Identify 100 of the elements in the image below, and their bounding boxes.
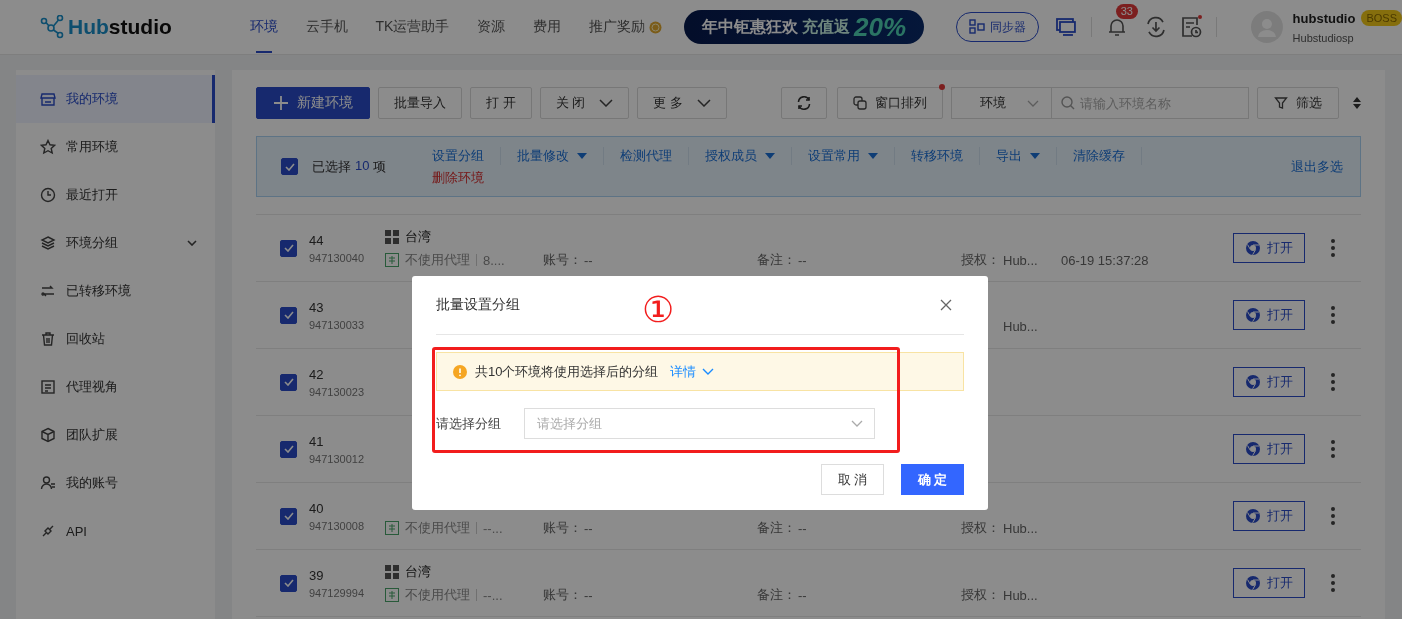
nav-tab[interactable]: 资源: [463, 0, 520, 55]
open-button[interactable]: 打开: [1233, 501, 1305, 531]
user-icon: [40, 475, 56, 491]
proxy-status-icon: [385, 588, 399, 602]
sidebar-item[interactable]: 环境分组: [16, 219, 215, 267]
checkmark-icon: [283, 244, 294, 252]
auth-value: Hub...: [1003, 318, 1038, 334]
more-icon[interactable]: [1331, 507, 1335, 525]
bulk-action-link[interactable]: 检测代理: [604, 147, 689, 165]
env-serial: 947130008: [309, 519, 366, 532]
row-checkbox[interactable]: [280, 440, 297, 458]
env-id: 41: [309, 433, 325, 449]
row-checkbox[interactable]: [280, 239, 297, 257]
filter-button[interactable]: 筛选: [1257, 87, 1339, 119]
monitor-icon[interactable]: [1054, 17, 1077, 37]
more-icon[interactable]: [1331, 373, 1335, 391]
confirm-button[interactable]: 确 定: [901, 464, 964, 495]
browser-icon: [1245, 240, 1261, 256]
clock-icon: [40, 187, 56, 203]
sidebar-item[interactable]: 最近打开: [16, 171, 215, 219]
dialog-title: 批量设置分组: [436, 296, 520, 314]
arrange-windows-button[interactable]: 窗口排列: [837, 87, 943, 119]
sidebar-item[interactable]: 回收站: [16, 315, 215, 363]
nav-tab[interactable]: TK运营助手: [361, 0, 464, 55]
note-value: --: [798, 520, 807, 536]
proxy-text: 不使用代理: [405, 251, 470, 269]
browser-icon: [1245, 441, 1261, 457]
sidebar-item[interactable]: 我的环境: [16, 75, 215, 123]
bulk-action-link[interactable]: 导出: [980, 147, 1057, 165]
open-button[interactable]: 打开: [1233, 434, 1305, 464]
open-button[interactable]: 打开: [1233, 568, 1305, 598]
nav-tab[interactable]: 环境: [235, 0, 292, 55]
row-checkbox[interactable]: [280, 507, 297, 525]
env-serial: 947129994: [309, 586, 366, 599]
sidebar-item[interactable]: 团队扩展: [16, 411, 215, 459]
bulk-action-link[interactable]: 清除缓存: [1057, 147, 1142, 165]
star-icon: [40, 139, 56, 155]
bulk-action-link[interactable]: 设置分组: [432, 147, 501, 165]
close-icon[interactable]: [940, 299, 952, 311]
browser-icon: [1245, 575, 1261, 591]
account-value: --: [584, 252, 593, 268]
sidebar-item[interactable]: 常用环境: [16, 123, 215, 171]
checkmark-icon: [283, 512, 294, 520]
row-checkbox[interactable]: [280, 306, 297, 324]
nav-tab[interactable]: 云手机: [291, 0, 362, 55]
env-serial: 947130012: [309, 452, 366, 465]
more-icon[interactable]: [1331, 440, 1335, 458]
open-button[interactable]: 打开: [1233, 367, 1305, 397]
row-checkbox[interactable]: [280, 373, 297, 391]
trash-icon: [40, 331, 56, 347]
env-serial: 947130033: [309, 318, 366, 331]
alert-text: 共10个环境将使用选择后的分组: [475, 362, 659, 381]
toolbar-button[interactable]: 更 多: [637, 87, 727, 119]
nav-tab[interactable]: 费用: [519, 0, 576, 55]
open-button[interactable]: 打开: [1233, 233, 1305, 263]
env-serial: 947130023: [309, 385, 366, 398]
bulk-action-link[interactable]: 删除环境: [432, 169, 500, 187]
step-marker: ①: [642, 290, 675, 330]
auth-label: 授权：: [961, 586, 999, 604]
env-name[interactable]: 台湾: [405, 228, 431, 246]
chevron-down-icon: [1027, 99, 1039, 107]
checkmark-icon: [283, 579, 294, 587]
toolbar-button[interactable]: 关 闭: [539, 87, 630, 119]
transfer-icon: [40, 283, 56, 299]
toolbar-button[interactable]: 批量导入: [378, 87, 462, 119]
more-icon[interactable]: [1331, 306, 1335, 324]
warning-icon: [453, 364, 467, 379]
field-label: 请选择分组: [436, 414, 502, 433]
cancel-button[interactable]: 取 消: [821, 464, 884, 495]
sort-icon[interactable]: [1353, 97, 1361, 109]
bulk-action-link[interactable]: 授权成员: [689, 147, 792, 165]
refresh-button[interactable]: [781, 87, 827, 119]
more-icon[interactable]: [1331, 574, 1335, 592]
sidebar-item[interactable]: 已转移环境: [16, 267, 215, 315]
more-icon[interactable]: [1331, 239, 1335, 257]
env-id: 40: [309, 500, 325, 516]
note-value: --: [798, 587, 807, 603]
row-checkbox[interactable]: [280, 574, 297, 592]
user-account: Hubstudiosp: [1292, 32, 1355, 44]
env-id: 44: [309, 232, 325, 248]
caret-down-icon: [765, 153, 775, 159]
nav-tab[interactable]: 推广奖励: [575, 0, 677, 55]
sync-button[interactable]: 同步器: [955, 12, 1039, 42]
bulk-action-link[interactable]: 设置常用: [792, 147, 895, 165]
select-all-checkbox[interactable]: [281, 158, 298, 175]
sidebar-item[interactable]: 我的账号: [16, 459, 215, 507]
bulk-action-link[interactable]: 转移环境: [895, 147, 980, 165]
group-select[interactable]: 请选择分组: [524, 408, 875, 439]
exit-multiselect-link[interactable]: 退出多选: [1291, 157, 1343, 176]
env-name[interactable]: 台湾: [405, 563, 431, 581]
details-link[interactable]: 详情: [670, 362, 715, 381]
proxy-status-icon: [385, 253, 399, 267]
caret-down-icon: [868, 153, 878, 159]
schedule-icon[interactable]: [1179, 15, 1202, 39]
open-button[interactable]: 打开: [1233, 300, 1305, 330]
sidebar-item[interactable]: API: [16, 507, 215, 555]
sidebar-item[interactable]: 代理视角: [16, 363, 215, 411]
toolbar-button[interactable]: 打 开: [470, 87, 532, 119]
toolbar-button[interactable]: 新建环境: [256, 87, 370, 119]
bulk-action-link[interactable]: 批量修改: [501, 147, 604, 165]
